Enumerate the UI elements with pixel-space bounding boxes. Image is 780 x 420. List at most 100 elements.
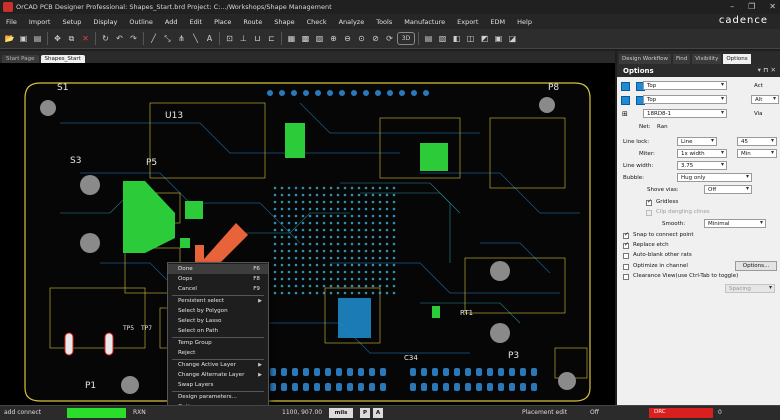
- highlight-icon[interactable]: ◫: [464, 32, 477, 45]
- menu-edit[interactable]: Edit: [183, 18, 208, 26]
- tab-find[interactable]: Find: [673, 54, 691, 64]
- context-menu-item[interactable]: Change Active Layer ▶: [168, 360, 268, 370]
- zoom-prev-icon[interactable]: ⊘: [369, 32, 382, 45]
- shadow-icon[interactable]: ◪: [506, 32, 519, 45]
- pin-icon[interactable]: ⊥: [237, 32, 250, 45]
- undo-icon[interactable]: ↶: [113, 32, 126, 45]
- context-menu-item[interactable]: Temp Group: [168, 338, 268, 348]
- void-icon[interactable]: ▨: [313, 32, 326, 45]
- via-dropdown[interactable]: 18RD8-1: [643, 109, 727, 118]
- context-menu-item[interactable]: Persistent select ▶: [168, 296, 268, 306]
- context-menu-item[interactable]: Oops F8: [168, 274, 268, 284]
- menu-help[interactable]: Help: [511, 18, 538, 26]
- menu-file[interactable]: File: [0, 18, 23, 26]
- active-layer-swatch[interactable]: [621, 82, 630, 91]
- save-icon[interactable]: ▣: [17, 32, 30, 45]
- alt-dropdown[interactable]: Alt: [751, 95, 779, 104]
- context-menu-item[interactable]: Select on Path: [168, 326, 268, 336]
- refresh-icon[interactable]: ⟳: [383, 32, 396, 45]
- menu-place[interactable]: Place: [208, 18, 237, 26]
- context-menu-item[interactable]: Change Alternate Layer ▶: [168, 370, 268, 380]
- optimize-checkbox[interactable]: [623, 264, 629, 270]
- context-menu-item[interactable]: Cancel F9: [168, 284, 268, 294]
- menu-manufacture[interactable]: Manufacture: [398, 18, 451, 26]
- alt-layer-swatch[interactable]: [621, 96, 630, 105]
- delete-icon[interactable]: ✕: [79, 32, 92, 45]
- context-menu-item[interactable]: Select by Lasso: [168, 316, 268, 326]
- zoom-in-icon[interactable]: ⊕: [327, 32, 340, 45]
- auto-blank-checkbox[interactable]: [623, 253, 629, 259]
- clip-dangling-checkbox[interactable]: [646, 210, 652, 216]
- tab-shapes-start[interactable]: Shapes_Start: [40, 55, 85, 63]
- open-icon[interactable]: 📂: [3, 32, 16, 45]
- units-box[interactable]: mils: [329, 408, 353, 418]
- move-icon[interactable]: ✥: [51, 32, 64, 45]
- maximize-button[interactable]: ❐: [748, 2, 755, 11]
- context-menu-item[interactable]: Done F6: [168, 264, 268, 274]
- zoom-fit-icon[interactable]: ⊙: [355, 32, 368, 45]
- options-button[interactable]: Options...: [735, 261, 777, 271]
- menu-route[interactable]: Route: [237, 18, 268, 26]
- line-lock-dropdown[interactable]: Line: [677, 137, 717, 146]
- dimension-icon[interactable]: ⊔: [251, 32, 264, 45]
- close-button[interactable]: ✕: [769, 2, 776, 11]
- slide-icon[interactable]: ⤡: [161, 32, 174, 45]
- menu-display[interactable]: Display: [87, 18, 123, 26]
- menu-check[interactable]: Check: [301, 18, 333, 26]
- context-menu-item[interactable]: Swap Layers: [168, 380, 268, 390]
- assign-color-icon[interactable]: ▣: [492, 32, 505, 45]
- shape-icon[interactable]: ▩: [299, 32, 312, 45]
- menu-shape[interactable]: Shape: [268, 18, 300, 26]
- miter-dropdown[interactable]: 1x width: [677, 149, 727, 158]
- a-button[interactable]: A: [373, 408, 383, 418]
- tab-design-workflow[interactable]: Design Workflow: [619, 54, 671, 64]
- add-text-icon[interactable]: A: [203, 32, 216, 45]
- line-width-input[interactable]: 3.75: [677, 161, 727, 170]
- menu-setup[interactable]: Setup: [56, 18, 87, 26]
- menu-edm[interactable]: EDM: [484, 18, 511, 26]
- miter-min-dropdown[interactable]: Min: [737, 149, 777, 158]
- tab-visibility[interactable]: Visibility: [692, 54, 722, 64]
- place-manual-icon[interactable]: ⊡: [223, 32, 236, 45]
- layer-icon[interactable]: ▤: [422, 32, 435, 45]
- measure-icon[interactable]: ⊏: [265, 32, 278, 45]
- menu-tools[interactable]: Tools: [370, 18, 398, 26]
- menu-outline[interactable]: Outline: [123, 18, 159, 26]
- context-menu-item[interactable]: Select by Polygon: [168, 306, 268, 316]
- panel-header-controls[interactable]: ▾ ⊓ ✕: [758, 66, 776, 74]
- spin-icon[interactable]: ↻: [99, 32, 112, 45]
- save-as-icon[interactable]: ▤: [31, 32, 44, 45]
- line-lock-angle-dropdown[interactable]: 45: [737, 137, 777, 146]
- 3d-icon[interactable]: 3D: [397, 32, 415, 45]
- add-line-icon[interactable]: ╲: [189, 32, 202, 45]
- menu-import[interactable]: Import: [23, 18, 57, 26]
- shove-vias-dropdown[interactable]: Off: [704, 185, 752, 194]
- menu-analyze[interactable]: Analyze: [333, 18, 371, 26]
- smooth-dropdown[interactable]: Minimal: [704, 219, 766, 228]
- context-menu-item[interactable]: Reject: [168, 348, 268, 358]
- add-connect-icon[interactable]: ╱: [147, 32, 160, 45]
- redo-icon[interactable]: ↷: [127, 32, 140, 45]
- pcb-canvas[interactable]: S1 S3 P8 P5 U13 P3 P1 C34 RT1 TP5 TP7: [0, 63, 615, 405]
- clearance-checkbox[interactable]: [623, 274, 629, 280]
- zoom-out-icon[interactable]: ⊖: [341, 32, 354, 45]
- dehighlight-icon[interactable]: ◩: [478, 32, 491, 45]
- replace-etch-checkbox[interactable]: [623, 241, 629, 249]
- spacing-dropdown[interactable]: Spacing: [725, 284, 775, 293]
- p-button[interactable]: P: [360, 408, 370, 418]
- context-menu-item[interactable]: Design parameters...: [168, 392, 268, 402]
- visibility-icon[interactable]: ◧: [450, 32, 463, 45]
- minimize-button[interactable]: –: [730, 2, 734, 11]
- menu-add[interactable]: Add: [159, 18, 184, 26]
- color-icon[interactable]: ▧: [436, 32, 449, 45]
- tab-start-page[interactable]: Start Page: [2, 55, 39, 63]
- tab-options[interactable]: Options: [723, 54, 751, 64]
- menu-export[interactable]: Export: [451, 18, 484, 26]
- copy-icon[interactable]: ⧉: [65, 32, 78, 45]
- alternate-layer-dropdown[interactable]: Top: [643, 95, 727, 104]
- gridless-checkbox[interactable]: [646, 198, 652, 206]
- bubble-dropdown[interactable]: Hug only: [677, 173, 752, 182]
- active-layer-dropdown[interactable]: Top: [643, 81, 727, 90]
- grid-icon[interactable]: ▦: [285, 32, 298, 45]
- fanout-icon[interactable]: ⋔: [175, 32, 188, 45]
